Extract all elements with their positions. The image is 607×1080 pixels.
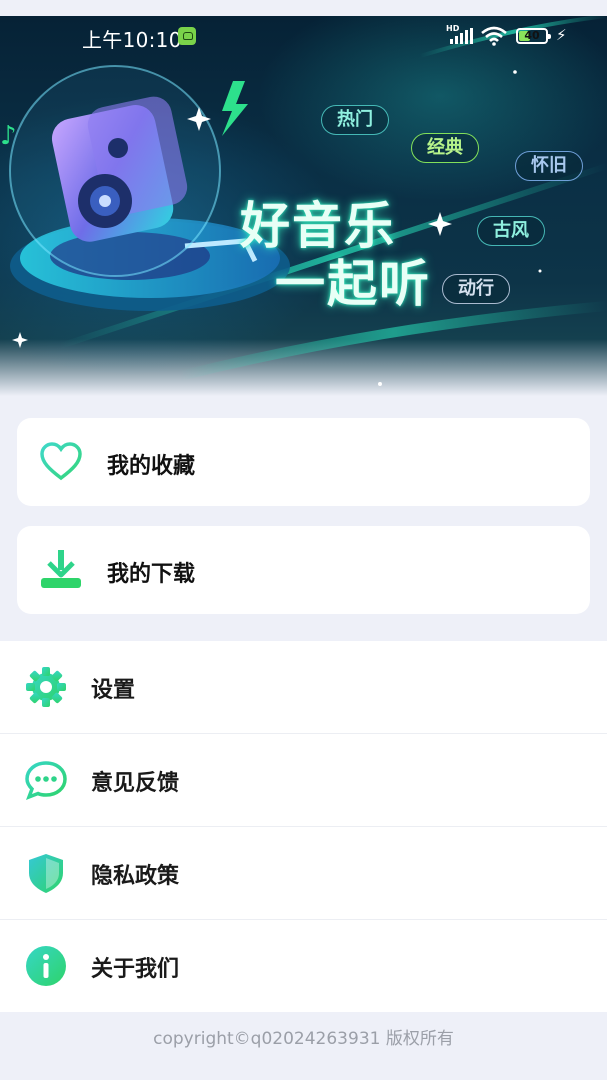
menu-item-about[interactable]: 关于我们 — [0, 920, 607, 1012]
chat-icon — [25, 761, 67, 801]
app-notification-icon — [178, 27, 196, 45]
top-strip — [0, 0, 607, 16]
charging-icon: ⚡ — [556, 26, 567, 44]
signal-icon — [450, 28, 473, 44]
banner[interactable]: ♪ 好音乐 一起听 热门 经典 怀旧 古风 动行 — [0, 16, 607, 396]
banner-title-line2: 一起听 — [275, 255, 431, 313]
tag-anime: 动行 — [442, 274, 510, 304]
tag-hot: 热门 — [321, 105, 389, 135]
battery-level: 40 — [524, 29, 540, 42]
wifi-icon — [481, 26, 507, 46]
menu-item-settings[interactable]: 设置 — [0, 641, 607, 734]
menu-item-label: 设置 — [91, 678, 136, 703]
info-icon — [26, 946, 66, 986]
status-bar: 上午10:10 HD 40 ⚡ — [0, 16, 607, 56]
tag-nostalgia: 怀旧 — [515, 151, 583, 181]
shield-icon — [29, 854, 63, 893]
svg-text:♪: ♪ — [0, 121, 17, 151]
menu-item-label: 隐私政策 — [91, 864, 180, 889]
heart-icon — [40, 442, 82, 481]
tag-classic: 经典 — [411, 133, 479, 163]
tag-ancient-style: 古风 — [477, 216, 545, 246]
menu-item-privacy[interactable]: 隐私政策 — [0, 827, 607, 920]
menu-item-label: 关于我们 — [91, 957, 180, 982]
downloads-label: 我的下载 — [107, 562, 196, 587]
downloads-card[interactable]: 我的下载 — [17, 526, 590, 614]
gear-icon — [26, 667, 66, 707]
settings-menu: 设置 意见反馈 隐私政策 关于我们 — [0, 641, 607, 1012]
status-time: 上午10:10 — [82, 28, 182, 52]
favorites-label: 我的收藏 — [107, 454, 196, 479]
menu-item-feedback[interactable]: 意见反馈 — [0, 734, 607, 827]
battery-icon: 40 — [516, 28, 551, 44]
favorites-card[interactable]: 我的收藏 — [17, 418, 590, 506]
copyright-text: copyright©q02024263931 版权所有 — [153, 1029, 454, 1049]
menu-item-label: 意见反馈 — [91, 771, 180, 796]
download-icon — [41, 550, 81, 588]
